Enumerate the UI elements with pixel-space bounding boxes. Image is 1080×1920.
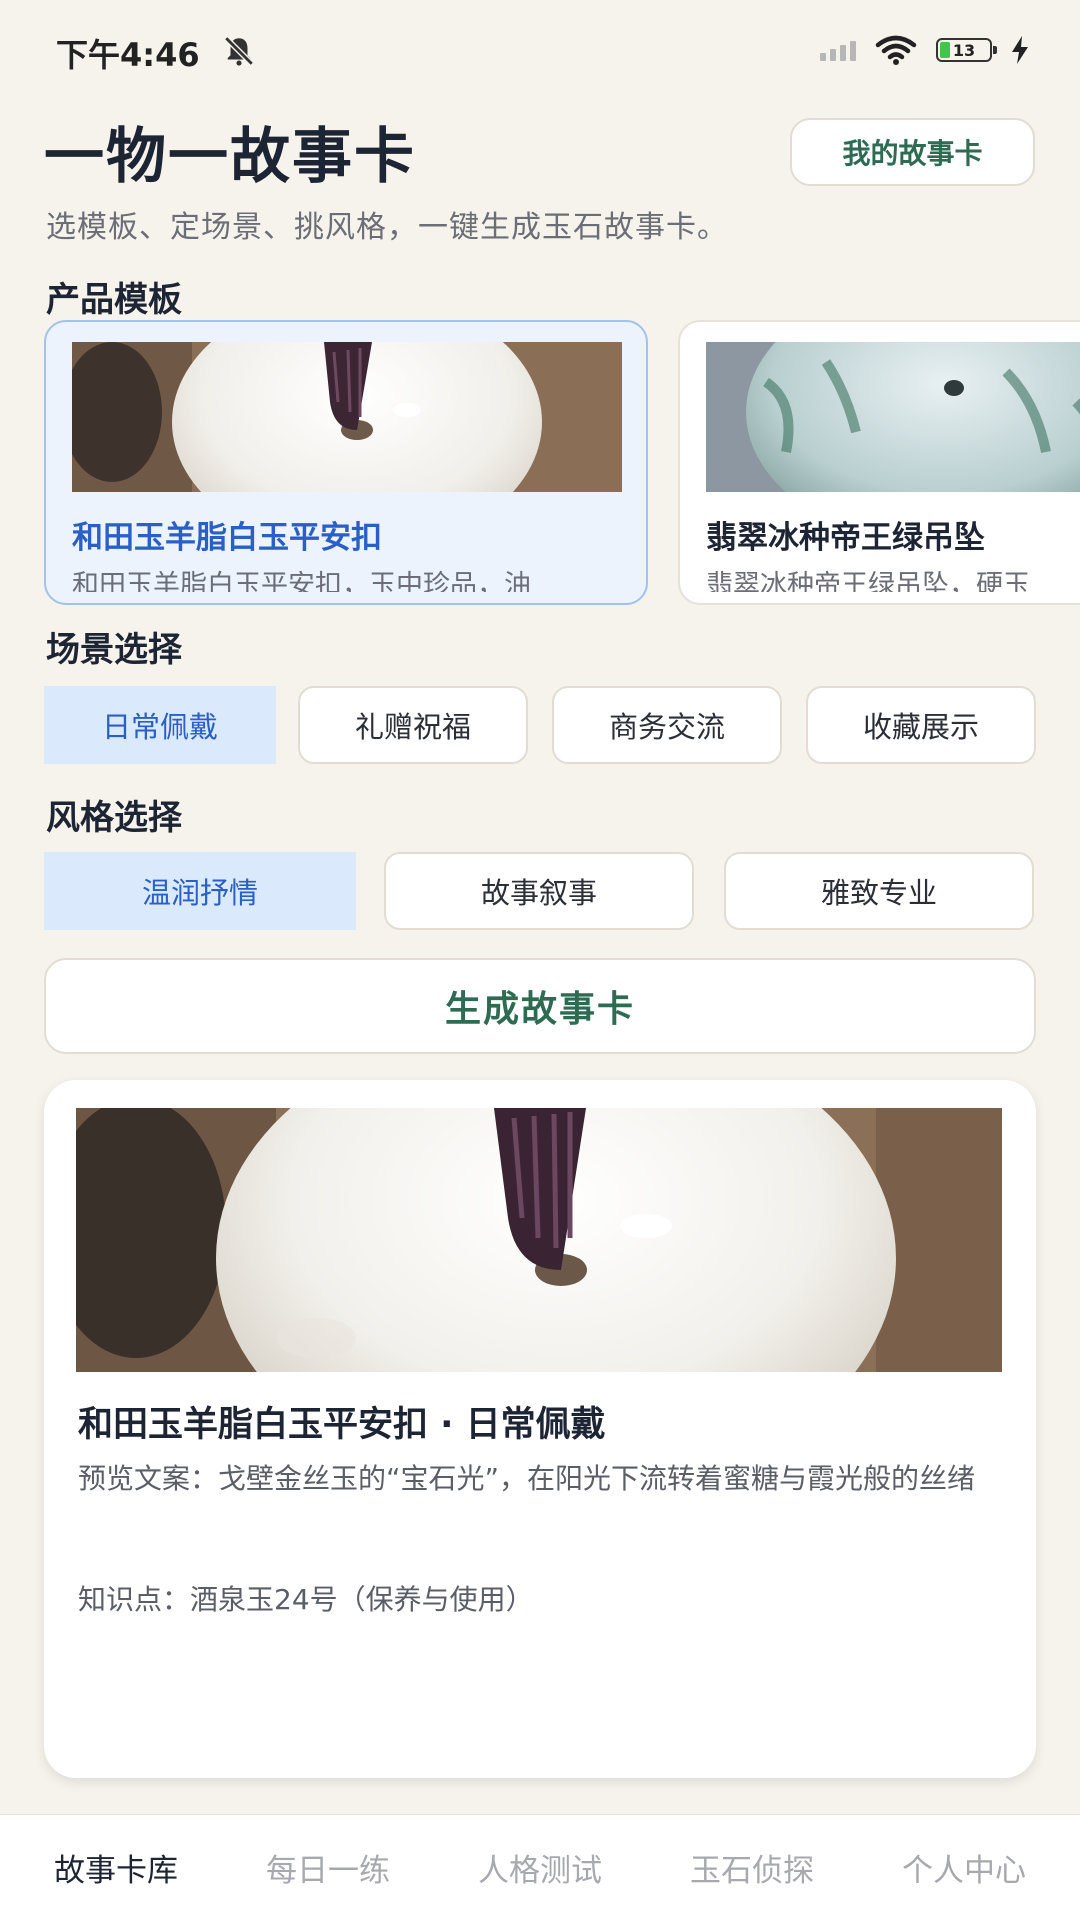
templates-section-label: 产品模板 <box>46 280 182 320</box>
scene-chip-daily-wear[interactable]: 日常佩戴 <box>44 686 276 764</box>
page-subtitle: 选模板、定场景、挑风格，一键生成玉石故事卡。 <box>46 210 728 245</box>
style-chip-professional[interactable]: 雅致专业 <box>724 852 1034 930</box>
template-thumbnail <box>72 342 622 492</box>
preview-knowledge-point: 知识点：酒泉玉24号（保养与使用） <box>78 1583 534 1616</box>
template-carousel[interactable]: 和田玉羊脂白玉平安扣 和田玉羊脂白玉平安扣，玉中珍品，油 翡翠冰种帝王绿吊坠 翡… <box>44 320 1080 605</box>
nav-item-daily-practice[interactable]: 每日一练 <box>266 1845 390 1890</box>
style-section-label: 风格选择 <box>46 798 182 838</box>
story-card-preview: 和田玉羊脂白玉平安扣 · 日常佩戴 预览文案：戈壁金丝玉的“宝石光”，在阳光下流… <box>44 1080 1036 1778</box>
status-icons: 13 <box>820 32 1030 68</box>
style-chip-warm-lyrical[interactable]: 温润抒情 <box>44 852 356 930</box>
status-time: 下午4:46 <box>56 36 200 74</box>
charging-icon <box>1012 36 1028 64</box>
style-chip-row: 温润抒情 故事叙事 雅致专业 <box>44 852 1034 930</box>
template-title: 翡翠冰种帝王绿吊坠 <box>706 520 985 556</box>
status-bar: 下午4:46 13 <box>0 0 1080 100</box>
nav-item-story-library[interactable]: 故事卡库 <box>54 1845 178 1890</box>
template-description: 和田玉羊脂白玉平安扣，玉中珍品，油 <box>72 570 531 592</box>
template-title: 和田玉羊脂白玉平安扣 <box>72 520 382 556</box>
scene-chip-business[interactable]: 商务交流 <box>552 686 782 764</box>
battery-icon: 13 <box>936 38 997 62</box>
scene-section-label: 场景选择 <box>46 630 182 670</box>
template-card-hetian-jade[interactable]: 和田玉羊脂白玉平安扣 和田玉羊脂白玉平安扣，玉中珍品，油 <box>44 320 648 605</box>
generate-story-card-button[interactable]: 生成故事卡 <box>44 958 1036 1054</box>
notification-muted-icon <box>224 36 254 66</box>
template-card-jadeite[interactable]: 翡翠冰种帝王绿吊坠 翡翠冰种帝王绿吊坠，硬玉 <box>678 320 1080 605</box>
scene-chip-row: 日常佩戴 礼赠祝福 商务交流 收藏展示 <box>44 686 1036 764</box>
preview-copy-text: 预览文案：戈壁金丝玉的“宝石光”，在阳光下流转着蜜糖与霞光般的丝绪 <box>78 1462 976 1495</box>
battery-level: 13 <box>952 40 976 60</box>
wifi-icon <box>875 35 917 65</box>
my-story-cards-button[interactable]: 我的故事卡 <box>790 118 1035 186</box>
scene-chip-collection[interactable]: 收藏展示 <box>806 686 1036 764</box>
signal-icon <box>820 39 856 61</box>
nav-item-jade-detective[interactable]: 玉石侦探 <box>690 1845 814 1890</box>
scene-chip-gift[interactable]: 礼赠祝福 <box>298 686 528 764</box>
page-title: 一物一故事卡 <box>44 122 416 192</box>
bottom-nav: 故事卡库 每日一练 人格测试 玉石侦探 个人中心 <box>0 1814 1080 1920</box>
nav-item-profile[interactable]: 个人中心 <box>902 1845 1026 1890</box>
template-thumbnail <box>706 342 1080 492</box>
preview-image <box>76 1108 1002 1372</box>
style-chip-narrative[interactable]: 故事叙事 <box>384 852 694 930</box>
template-description: 翡翠冰种帝王绿吊坠，硬玉 <box>706 570 1030 592</box>
nav-item-personality-test[interactable]: 人格测试 <box>478 1845 602 1890</box>
preview-title: 和田玉羊脂白玉平安扣 · 日常佩戴 <box>78 1405 606 1445</box>
